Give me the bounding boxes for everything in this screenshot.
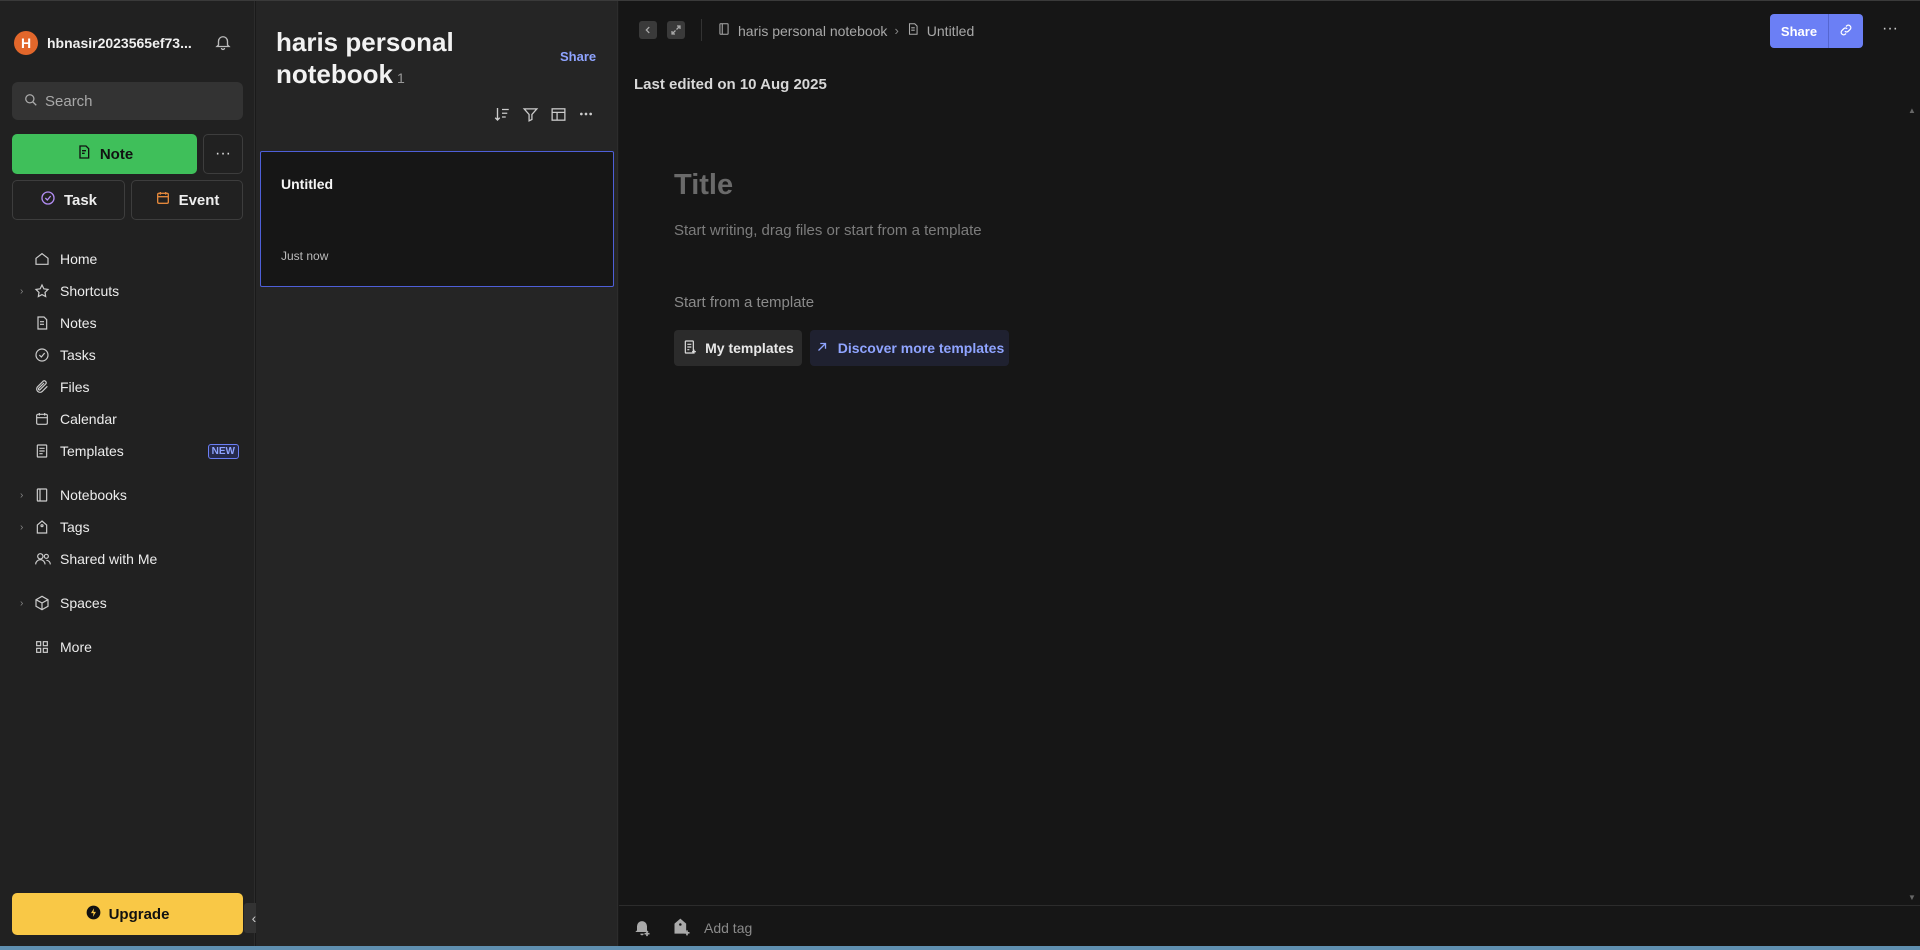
note-count: 1 (397, 70, 405, 86)
discover-templates-button[interactable]: Discover more templates (810, 330, 1009, 366)
template-heading: Start from a template (674, 294, 815, 311)
sidebar-item-shortcuts[interactable]: › Shortcuts (20, 277, 242, 305)
copy-link-button[interactable] (1829, 14, 1863, 48)
account-name: hbnasir2023565ef73... (47, 35, 192, 51)
last-edited: Last edited on 10 Aug 2025 (634, 76, 827, 93)
sidebar: H hbnasir2023565ef73... Note ··· Task Ev… (0, 1, 255, 946)
chevron-right-icon[interactable]: › (20, 490, 34, 501)
upgrade-label: Upgrade (108, 905, 170, 923)
my-templates-label: My templates (705, 340, 794, 356)
chevron-right-icon[interactable]: › (20, 598, 34, 609)
new-task-label: Task (63, 191, 98, 209)
arrow-up-right-icon (815, 340, 829, 357)
add-tag-input[interactable] (704, 920, 904, 936)
note-icon (906, 22, 920, 39)
star-icon (34, 283, 56, 299)
notebook-icon (34, 487, 56, 503)
breadcrumb-note[interactable]: Untitled (927, 23, 974, 39)
my-templates-button[interactable]: My templates (674, 330, 802, 366)
paperclip-icon (34, 379, 56, 395)
note-card-title: Untitled (281, 176, 334, 192)
sidebar-item-shared-with-me[interactable]: Shared with Me (20, 545, 242, 573)
template-icon (682, 339, 698, 358)
tag-icon (34, 519, 56, 535)
editor-panel: haris personal notebook › Untitled Share… (619, 1, 1920, 946)
back-icon[interactable] (639, 21, 657, 39)
layout-icon[interactable] (549, 105, 567, 123)
chevron-right-icon[interactable]: › (20, 522, 34, 533)
new-note-button[interactable]: Note (12, 134, 197, 174)
reminder-icon[interactable] (632, 917, 652, 940)
share-button[interactable]: Share (1770, 14, 1829, 48)
avatar: H (14, 31, 38, 55)
bolt-icon (86, 905, 101, 924)
breadcrumb: haris personal notebook › Untitled (717, 22, 974, 39)
new-event-label: Event (178, 191, 220, 209)
sidebar-item-spaces[interactable]: › Spaces (20, 589, 242, 617)
more-create-button[interactable]: ··· (203, 134, 243, 174)
sidebar-item-notes[interactable]: Notes (20, 309, 242, 337)
link-icon (1839, 23, 1853, 40)
sidebar-item-more[interactable]: More (20, 633, 242, 661)
chevron-right-icon: › (894, 23, 899, 38)
check-circle-icon (34, 347, 56, 363)
account-switcher[interactable]: H hbnasir2023565ef73... (14, 31, 192, 55)
share-group: Share (1770, 14, 1863, 48)
add-tag-icon[interactable] (672, 917, 692, 940)
task-icon (40, 190, 56, 210)
chevron-right-icon[interactable]: › (20, 286, 34, 297)
people-icon (34, 551, 56, 567)
upgrade-button[interactable]: Upgrade (12, 893, 243, 935)
breadcrumb-notebook[interactable]: haris personal notebook (738, 23, 887, 39)
scroll-down-arrow[interactable]: ▼ (1908, 893, 1916, 902)
cube-icon (34, 595, 56, 611)
notebook-share-link[interactable]: Share (560, 49, 596, 64)
note-body-input[interactable]: Start writing, drag files or start from … (674, 222, 982, 239)
note-list-panel: haris personal notebook 1 Share Untitled … (256, 1, 618, 946)
search-box[interactable] (12, 82, 243, 120)
notebook-title: haris personal notebook 1 (276, 27, 454, 89)
template-icon (34, 443, 56, 459)
sidebar-item-home[interactable]: Home (20, 245, 242, 273)
sidebar-item-notebooks[interactable]: › Notebooks (20, 481, 242, 509)
new-note-label: Note (99, 145, 134, 163)
expand-icon[interactable] (667, 21, 685, 39)
sidebar-item-files[interactable]: Files (20, 373, 242, 401)
scroll-up-arrow[interactable]: ▲ (1908, 106, 1916, 115)
note-card-time: Just now (281, 249, 329, 263)
discover-templates-label: Discover more templates (837, 340, 1005, 356)
new-badge: NEW (207, 444, 239, 459)
editor-nav (639, 21, 685, 39)
search-icon (24, 93, 38, 110)
sidebar-item-tags[interactable]: › Tags (20, 513, 242, 541)
sort-icon[interactable] (493, 105, 511, 123)
sidebar-item-calendar[interactable]: Calendar (20, 405, 242, 433)
search-input[interactable] (45, 92, 225, 110)
sidebar-item-templates[interactable]: Templates NEW (20, 437, 242, 465)
filter-icon[interactable] (521, 105, 539, 123)
note-title-input[interactable]: Title (674, 169, 733, 202)
sidebar-item-tasks[interactable]: Tasks (20, 341, 242, 369)
editor-footer (619, 905, 1920, 946)
list-toolbar (493, 105, 595, 123)
home-icon (34, 251, 56, 267)
new-task-button[interactable]: Task (12, 180, 125, 220)
note-add-icon (76, 144, 92, 164)
more-options-icon[interactable] (577, 105, 595, 123)
event-icon (155, 190, 171, 210)
editor-more-button[interactable]: ··· (1880, 19, 1900, 39)
grid-icon (34, 639, 56, 655)
note-icon (34, 315, 56, 331)
notebook-icon (717, 22, 731, 39)
bell-icon[interactable] (214, 33, 234, 53)
calendar-icon (34, 411, 56, 427)
list-item[interactable]: Untitled Just now (260, 151, 614, 287)
new-event-button[interactable]: Event (131, 180, 243, 220)
